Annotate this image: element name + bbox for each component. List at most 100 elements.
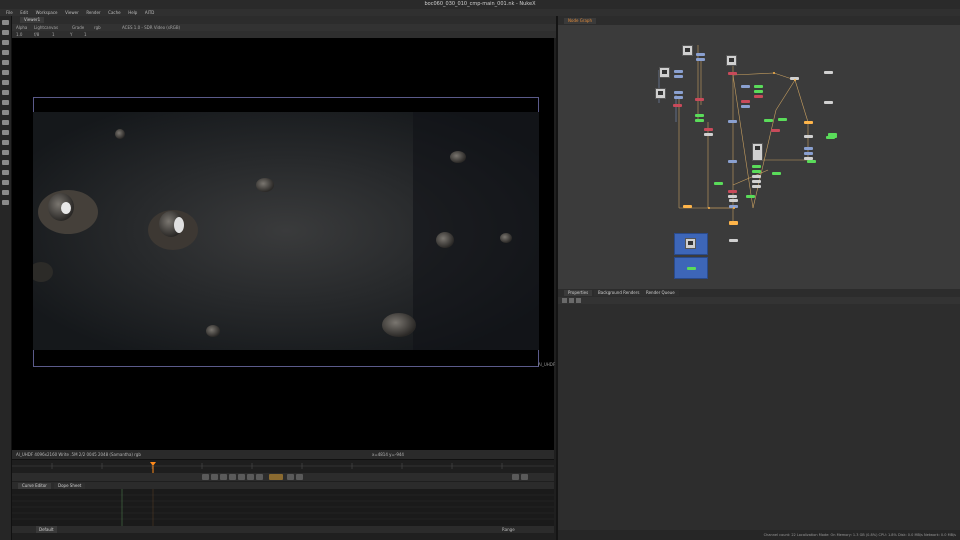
node-grade-2[interactable] bbox=[695, 119, 704, 122]
node-merge-3[interactable] bbox=[704, 128, 713, 131]
curve-editor-graph[interactable] bbox=[12, 489, 554, 526]
menu-aitd[interactable]: AITD bbox=[145, 9, 154, 16]
fstop-value[interactable]: f/8 bbox=[34, 31, 39, 38]
transform-tool-icon[interactable] bbox=[2, 100, 9, 105]
node-grade-1[interactable] bbox=[695, 114, 704, 117]
node-transform-9[interactable] bbox=[728, 120, 737, 123]
play-forward-button[interactable] bbox=[247, 474, 254, 480]
node-transform-11[interactable] bbox=[804, 152, 813, 155]
node-grade-12[interactable] bbox=[746, 195, 755, 198]
node-merge-5[interactable] bbox=[741, 100, 750, 103]
backdrop-read-node[interactable] bbox=[685, 238, 696, 249]
node-grade-3[interactable] bbox=[754, 85, 763, 88]
color-tool-icon[interactable] bbox=[2, 60, 9, 65]
node-dot-6[interactable] bbox=[728, 195, 737, 198]
node-grade-6[interactable] bbox=[778, 118, 787, 121]
tab-properties[interactable]: Properties bbox=[564, 290, 593, 296]
dot-node-4[interactable] bbox=[794, 79, 796, 81]
node-grade-4[interactable] bbox=[754, 90, 763, 93]
lut-select[interactable]: Lightcanvas bbox=[34, 24, 58, 31]
rgb-select[interactable]: rgb bbox=[94, 24, 101, 31]
node-copy[interactable] bbox=[729, 199, 738, 202]
viewer-process-select[interactable]: ACES 1.0 - SDR Video (sRGB) bbox=[122, 24, 180, 31]
dot-node-3[interactable] bbox=[773, 72, 775, 74]
node-transform-6[interactable] bbox=[674, 96, 683, 99]
default-button[interactable]: Default bbox=[36, 526, 57, 533]
menu-help[interactable]: Help bbox=[128, 9, 137, 16]
furnace-tool-icon[interactable] bbox=[2, 180, 9, 185]
node-dot-7[interactable] bbox=[804, 135, 813, 138]
luminance-toggle[interactable]: Y bbox=[70, 31, 72, 38]
read-node-5[interactable] bbox=[752, 143, 763, 161]
node-dot-5[interactable] bbox=[752, 185, 761, 188]
tab-render-queue[interactable]: Render Queue bbox=[642, 290, 679, 296]
read-node-4[interactable] bbox=[726, 55, 737, 66]
time-tool-icon[interactable] bbox=[2, 40, 9, 45]
node-merge-1[interactable] bbox=[673, 104, 682, 107]
node-dot-1[interactable] bbox=[704, 133, 713, 136]
tab-dope-sheet[interactable]: Dope Sheet bbox=[54, 482, 86, 489]
3d-tool-icon[interactable] bbox=[2, 110, 9, 115]
properties-panel[interactable] bbox=[558, 304, 960, 530]
first-frame-button[interactable] bbox=[202, 474, 209, 480]
node-dot-3[interactable] bbox=[752, 175, 761, 178]
node-viewer[interactable] bbox=[729, 239, 738, 242]
node-grade-13[interactable] bbox=[807, 160, 816, 163]
node-merge-6[interactable] bbox=[754, 95, 763, 98]
node-grade-8[interactable] bbox=[752, 165, 761, 168]
node-grade-5[interactable] bbox=[764, 119, 773, 122]
backdrop-2[interactable] bbox=[674, 257, 708, 279]
node-transform-1[interactable] bbox=[696, 53, 705, 56]
metadata-tool-icon[interactable] bbox=[2, 130, 9, 135]
backdrop-1[interactable] bbox=[674, 233, 708, 255]
read-node-1[interactable] bbox=[682, 45, 693, 56]
deep-tool-icon[interactable] bbox=[2, 150, 9, 155]
node-transform-3[interactable] bbox=[674, 70, 683, 73]
menu-edit[interactable]: Edit bbox=[20, 9, 28, 16]
node-merge-7[interactable] bbox=[771, 129, 780, 132]
gamma-value[interactable]: 1 bbox=[52, 31, 55, 38]
zoom-value[interactable]: 1 bbox=[84, 31, 87, 38]
node-transform-5[interactable] bbox=[674, 91, 683, 94]
grade-select[interactable]: Grade bbox=[72, 24, 84, 31]
last-frame-button[interactable] bbox=[296, 474, 303, 480]
node-merge-8[interactable] bbox=[728, 190, 737, 193]
lock-icon[interactable] bbox=[569, 298, 574, 303]
dot-node-2[interactable] bbox=[733, 207, 735, 209]
menu-workspace[interactable]: Workspace bbox=[36, 9, 58, 16]
node-transform-12[interactable] bbox=[728, 160, 737, 163]
draw-tool-icon[interactable] bbox=[2, 30, 9, 35]
stop-button[interactable] bbox=[238, 474, 245, 480]
menu-render[interactable]: Render bbox=[86, 9, 100, 16]
node-grade-15[interactable] bbox=[826, 136, 835, 139]
node-write-3[interactable] bbox=[824, 101, 833, 104]
image-tool-icon[interactable] bbox=[2, 20, 9, 25]
node-timeoffset[interactable] bbox=[804, 121, 813, 124]
play-backward-button[interactable] bbox=[229, 474, 236, 480]
node-grade-10[interactable] bbox=[772, 172, 781, 175]
views-tool-icon[interactable] bbox=[2, 120, 9, 125]
node-orange-1[interactable] bbox=[683, 205, 692, 208]
node-merge-4[interactable] bbox=[728, 72, 737, 75]
keyer-tool-icon[interactable] bbox=[2, 80, 9, 85]
loop-button[interactable] bbox=[512, 474, 519, 480]
read-node-3[interactable] bbox=[655, 88, 666, 99]
prev-keyframe-button[interactable] bbox=[211, 474, 218, 480]
toolsets-tool-icon[interactable] bbox=[2, 160, 9, 165]
timeline[interactable] bbox=[12, 459, 554, 474]
read-node-2[interactable] bbox=[659, 67, 670, 78]
tab-node-graph[interactable]: Node Graph bbox=[564, 17, 596, 24]
range-label[interactable]: Range bbox=[502, 526, 515, 533]
node-grade-11[interactable] bbox=[714, 182, 723, 185]
node-dot-4[interactable] bbox=[752, 180, 761, 183]
node-grade-9[interactable] bbox=[752, 170, 761, 173]
node-transform-4[interactable] bbox=[674, 75, 683, 78]
node-transform-8[interactable] bbox=[741, 105, 750, 108]
node-transform-7[interactable] bbox=[741, 85, 750, 88]
node-graph[interactable] bbox=[558, 25, 960, 289]
menu-cache[interactable]: Cache bbox=[108, 9, 120, 16]
next-frame-button[interactable] bbox=[256, 474, 263, 480]
node-write-2[interactable] bbox=[824, 71, 833, 74]
menu-file[interactable]: File bbox=[6, 9, 13, 16]
channel-select[interactable]: Alpha bbox=[16, 24, 27, 31]
